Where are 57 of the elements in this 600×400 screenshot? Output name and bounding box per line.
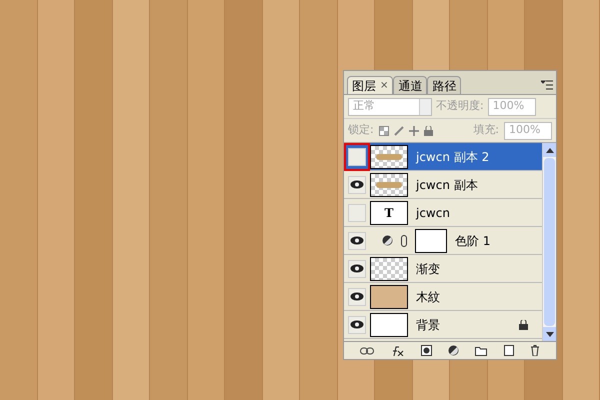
layer-row[interactable]: 木紋 [344, 283, 542, 311]
layer-thumbnail [370, 256, 408, 280]
lock-icon[interactable] [424, 126, 433, 136]
layer-name: 背景 [416, 316, 440, 334]
layer-row[interactable]: 色阶 1 [344, 227, 542, 255]
layer-name: jcwcn 副本 2 [416, 148, 490, 166]
new-layer-icon[interactable] [504, 345, 514, 356]
layer-row[interactable]: jcwcn 副本 2 [344, 143, 542, 171]
layer-thumbnail [370, 312, 408, 336]
visibility-toggle[interactable] [348, 316, 366, 334]
visibility-toggle[interactable] [348, 260, 366, 278]
visibility-toggle[interactable] [348, 288, 366, 306]
adjustment-icon [382, 235, 393, 246]
move-icon[interactable] [408, 126, 419, 136]
visibility-toggle[interactable] [348, 204, 366, 222]
close-icon[interactable]: × [380, 78, 388, 93]
layer-thumbnail: T [370, 200, 408, 224]
panel-tab[interactable]: 通道 [393, 76, 428, 94]
panel-tab[interactable]: 路径 [427, 76, 462, 94]
layer-row[interactable]: T jcwcn [344, 199, 542, 227]
up-arrow-icon[interactable] [546, 148, 554, 152]
scrollbar[interactable] [542, 143, 556, 341]
layer-thumbnail [370, 172, 408, 196]
layer-row[interactable]: 背景 [344, 311, 542, 339]
lock-label: 锁定: [348, 122, 374, 138]
layer-thumbnail [370, 144, 408, 168]
eye-icon [350, 236, 364, 245]
brush-icon[interactable] [394, 126, 404, 136]
fx-icon[interactable] [390, 346, 404, 356]
eye-icon [350, 320, 364, 329]
eye-icon [350, 264, 364, 273]
folder-icon[interactable] [475, 346, 488, 356]
fill-label: 填充: [473, 122, 499, 138]
mask-icon[interactable] [420, 345, 432, 356]
layer-name: jcwcn 副本 [416, 176, 478, 194]
eye-icon [350, 292, 364, 301]
adjustment-icon[interactable] [448, 345, 459, 356]
menu-icon[interactable] [541, 80, 553, 90]
layer-row[interactable]: jcwcn 副本 [344, 171, 542, 199]
layer-thumbnail [370, 284, 408, 308]
eye-icon [350, 180, 364, 189]
visibility-toggle[interactable] [348, 148, 366, 166]
opacity-label: 不透明度: [436, 98, 484, 114]
mask-thumbnail [415, 228, 447, 252]
visibility-toggle[interactable] [348, 232, 366, 250]
layer-name: jcwcn [416, 204, 450, 222]
chain-icon [401, 234, 407, 246]
layer-name: 渐变 [416, 260, 440, 278]
lock-transparency-icon[interactable] [378, 126, 389, 136]
trash-icon[interactable] [530, 345, 540, 356]
layer-name: 木紋 [416, 288, 440, 306]
link-icon[interactable] [360, 346, 374, 354]
layer-name: 色阶 1 [455, 232, 490, 250]
panel-tab[interactable]: 图层 × [347, 76, 394, 94]
visibility-toggle[interactable] [348, 176, 366, 194]
layer-row[interactable]: 渐变 [344, 255, 542, 283]
down-arrow-icon[interactable] [546, 332, 554, 336]
